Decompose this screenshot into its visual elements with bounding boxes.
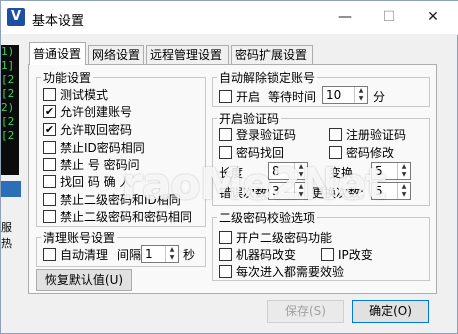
checkbox-label: 允许创建账号 (60, 105, 133, 119)
change-count-spinner[interactable]: 5 ▲ ▼ (371, 182, 411, 200)
console-line: [2 (1, 129, 15, 142)
error-count-spinner[interactable]: 3 ▲ ▼ (268, 182, 308, 200)
length-value[interactable]: 8 (272, 164, 280, 178)
length-label: 长度 (219, 166, 244, 180)
app-icon: V (7, 8, 25, 26)
checkbox-label: 机器码改变 (236, 248, 297, 262)
test-mode-checkbox[interactable] (43, 88, 56, 101)
restore-default-button[interactable]: 恢复默认值(U) (36, 269, 132, 291)
ip-change-checkbox[interactable] (321, 248, 334, 261)
checkbox-label: 允许取回密码 (60, 123, 133, 137)
wait-time-spinner[interactable]: 10 ▲ ▼ (322, 86, 368, 104)
checkbox-label: 禁止二级密码和ID相同 (60, 193, 181, 207)
error-count-value[interactable]: 3 (272, 184, 280, 198)
forbid-second-pw-id-same-checkbox[interactable] (43, 193, 56, 206)
forbid-question-checkbox[interactable] (43, 158, 56, 171)
retrieve-confirm-checkbox[interactable] (43, 175, 56, 188)
checkbox-label: 每次进入都需要效验 (236, 265, 345, 279)
console-line: [2 (1, 87, 15, 100)
enable-second-password-checkbox[interactable] (219, 231, 232, 244)
group-title: 功能设置 (41, 69, 94, 86)
auto-clear-label: 自动清理 (60, 248, 109, 262)
background-label: 服 (1, 221, 12, 234)
interval-spinner[interactable]: 1 ▲ ▼ (141, 245, 179, 263)
background-widget (1, 181, 21, 197)
spinner-arrows-icon[interactable]: ▲ ▼ (294, 183, 307, 199)
transform-value[interactable]: 5 (375, 164, 383, 178)
seconds-label: 秒 (183, 248, 196, 262)
title-bar[interactable]: V 基本设置 — ☐ ✕ (1, 1, 458, 35)
close-button[interactable]: ✕ (411, 1, 455, 34)
checkbox-label: 禁止ID密码相同 (60, 141, 145, 155)
verify-every-entry-checkbox[interactable] (219, 265, 232, 278)
console-line: 1) (1, 45, 15, 58)
spinner-arrows-icon[interactable]: ▲ ▼ (165, 246, 178, 262)
checkbox-label: 开户二级密码功能 (236, 231, 333, 245)
checkbox-label: 密码修改 (346, 146, 395, 160)
group-title: 清理账号设置 (41, 229, 118, 246)
transform-label: 变换 (329, 166, 354, 180)
wait-time-label: 等待时间 (268, 90, 317, 104)
minimize-button[interactable]: — (323, 1, 367, 34)
interval-label: 间隔 (117, 248, 142, 262)
console-line: 1] (1, 59, 15, 72)
spinner-arrows-icon[interactable]: ▲ ▼ (397, 183, 410, 199)
tab-remote-management[interactable]: 远程管理设置 (146, 45, 229, 64)
spinner-arrows-icon[interactable]: ▲ ▼ (294, 163, 307, 179)
window-title: 基本设置 (32, 14, 85, 29)
save-button[interactable]: 保存(S) (267, 300, 344, 323)
tab-general[interactable]: 普通设置 (29, 42, 86, 65)
checkbox-label: 禁止 号 密码问 (60, 158, 140, 172)
tab-network[interactable]: 网络设置 (88, 45, 144, 64)
settings-dialog: V 基本设置 — ☐ ✕ 1) 1] [2 [2 2) [2 [2 服 热 普通… (0, 0, 458, 334)
retrieve-captcha-checkbox[interactable] (219, 146, 232, 159)
allow-create-account-checkbox[interactable]: ✔ (43, 105, 56, 118)
background-console: 1) 1] [2 [2 2) [2 [2 (1, 45, 19, 175)
transform-spinner[interactable]: 5 ▲ ▼ (371, 162, 411, 180)
interval-value[interactable]: 1 (145, 247, 153, 261)
minutes-label: 分 (373, 90, 386, 104)
background-label: 热 (1, 237, 12, 250)
checkbox-label: 找回 码 确 人 (60, 175, 132, 189)
tab-password-extension[interactable]: 密码扩展设置 (231, 45, 313, 64)
spinner-arrows-icon[interactable]: ▲ ▼ (354, 87, 367, 103)
checkbox-label: 注册验证码 (346, 128, 407, 142)
checkbox-label: 密码找回 (236, 146, 285, 160)
console-line: 2) (1, 101, 15, 114)
length-spinner[interactable]: 8 ▲ ▼ (268, 162, 308, 180)
machine-code-change-checkbox[interactable] (219, 248, 232, 261)
group-title: 二级密码校验选项 (217, 209, 318, 226)
spinner-arrows-icon[interactable]: ▲ ▼ (397, 163, 410, 179)
group-title: 自动解除锁定账号 (217, 69, 318, 86)
wait-time-value[interactable]: 10 (326, 88, 341, 102)
group-title: 开启验证码 (217, 110, 282, 127)
checkbox-label: 禁止二级密码和密码相同 (60, 210, 193, 224)
console-line: [2 (1, 73, 15, 86)
console-line: [2 (1, 115, 15, 128)
auto-unlock-label: 开启 (236, 90, 261, 104)
change-captcha-checkbox[interactable] (329, 146, 342, 159)
allow-retrieve-password-checkbox[interactable]: ✔ (43, 123, 56, 136)
change-count-label: 更换次数: (312, 186, 365, 200)
error-count-label: 错误次数: (219, 186, 272, 200)
auto-clear-checkbox[interactable] (43, 248, 56, 261)
register-captcha-checkbox[interactable] (329, 128, 342, 141)
forbid-id-password-same-checkbox[interactable] (43, 141, 56, 154)
ok-button[interactable]: 确定(O) (352, 300, 429, 323)
checkbox-label: IP改变 (338, 248, 373, 262)
maximize-button[interactable]: ☐ (367, 1, 411, 34)
change-count-value[interactable]: 5 (375, 184, 383, 198)
auto-unlock-checkbox[interactable] (219, 90, 232, 103)
login-captcha-checkbox[interactable] (219, 128, 232, 141)
checkbox-label: 登录验证码 (236, 128, 297, 142)
forbid-second-pw-pw-same-checkbox[interactable] (43, 210, 56, 223)
checkbox-label: 测试模式 (60, 88, 109, 102)
